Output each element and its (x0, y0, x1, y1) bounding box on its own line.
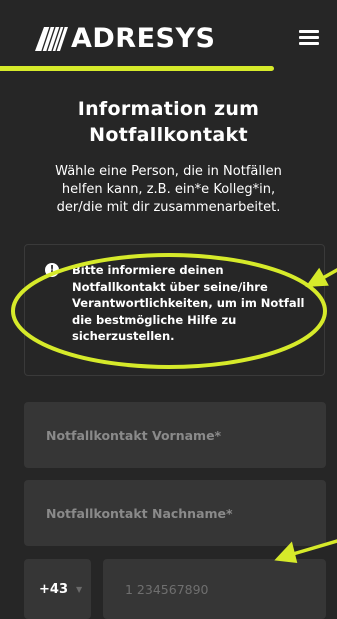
phone-country-code-value: +43 (39, 581, 68, 597)
info-line-3: Verantwortlichkeiten, um im Notfall (72, 296, 305, 310)
header-accent-line (0, 66, 274, 71)
info-line-2: Notfallkontakt über seine/ihre (72, 279, 268, 294)
intro-line-1: Wähle eine Person, die in Notfällen (55, 164, 282, 179)
phone-number-placeholder: 1 234567890 (125, 581, 209, 597)
chevron-down-icon: ▼ (75, 584, 83, 594)
info-text: Bitte informiere deinen Notfallkontakt ü… (72, 262, 322, 345)
app-header: ADRESYS (0, 0, 337, 70)
page-title-line-2: Notfallkontakt (89, 124, 248, 146)
last-name-field[interactable]: Notfallkontakt Nachname* (24, 480, 326, 546)
info-line-5: sicherzustellen. (72, 329, 175, 343)
intro-line-3: der/die mit dir zusammenarbeitet. (56, 200, 281, 215)
logo-mark-icon (35, 26, 68, 52)
last-name-placeholder: Notfallkontakt Nachname* (46, 505, 233, 521)
first-name-placeholder: Notfallkontakt Vorname* (46, 427, 222, 443)
brand-logo[interactable]: ADRESYS (33, 24, 216, 54)
page-title-line-1: Information zum (77, 98, 260, 120)
page-title: Information zum Notfallkontakt (0, 96, 337, 148)
info-line-1: Bitte informiere deinen (72, 263, 224, 277)
hamburger-menu-icon[interactable] (299, 30, 319, 46)
info-line-4: die bestmögliche Hilfe zu (72, 312, 237, 327)
brand-name: ADRESYS (71, 23, 216, 54)
phone-number-field[interactable]: 1 234567890 (103, 559, 326, 619)
info-icon: ! (45, 263, 59, 277)
intro-text: Wähle eine Person, die in Notfällen helf… (20, 163, 317, 217)
intro-line-2: helfen kann, z.B. ein*e Kolleg*in, (61, 182, 276, 197)
first-name-field[interactable]: Notfallkontakt Vorname* (24, 402, 326, 468)
phone-country-code-select[interactable]: +43 ▼ (24, 559, 91, 619)
